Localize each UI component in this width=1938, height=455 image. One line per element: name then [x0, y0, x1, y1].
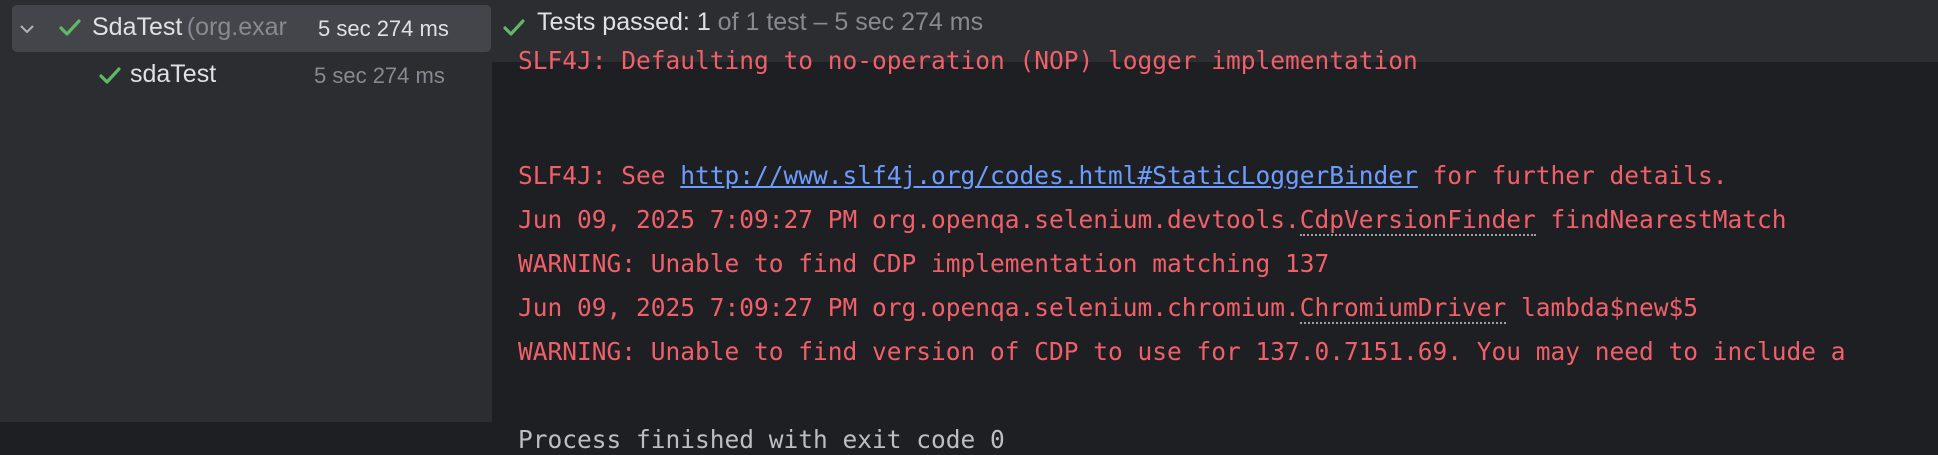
test-tree-suite-row[interactable]: SdaTest (org.exar 5 sec 274 ms [12, 5, 491, 52]
status-detail: of 1 test – 5 sec 274 ms [717, 8, 984, 36]
status-summary: Tests passed: 1 of 1 test – 5 sec 274 ms [537, 8, 983, 37]
status-label: Tests passed: [537, 8, 690, 36]
console-panel[interactable]: Tests passed: 1 of 1 test – 5 sec 274 ms… [492, 0, 1938, 454]
log-text: Jun 09, 2025 7:09:27 PM org.openqa.selen… [518, 293, 1300, 322]
log-line: SLF4J: See http://www.slf4j.org/codes.ht… [518, 161, 1728, 191]
log-line: Jun 09, 2025 7:09:27 PM org.openqa.selen… [518, 205, 1787, 236]
suite-name: SdaTest [92, 13, 183, 41]
log-line: WARNING: Unable to find CDP implementati… [518, 249, 1330, 278]
log-line: Jun 09, 2025 7:09:27 PM org.openqa.selen… [518, 293, 1699, 324]
process-finished-line: Process finished with exit code 0 [518, 425, 1005, 454]
test-passed-icon [503, 19, 525, 36]
log-text: lambda$new$5 [1506, 293, 1699, 322]
log-text: findNearestMatch [1535, 205, 1787, 234]
log-line: SLF4J: Defaulting to no-operation (NOP) … [518, 46, 1418, 75]
test-passed-icon [59, 19, 81, 36]
log-text: SLF4J: See [518, 161, 681, 190]
suite-duration: 5 sec 274 ms [318, 16, 449, 41]
suite-package: (org.exar [186, 13, 287, 41]
test-tree-test-row[interactable]: sdaTest 5 sec 274 ms [0, 52, 492, 99]
test-name: sdaTest [130, 60, 217, 88]
log-line: WARNING: Unable to find version of CDP t… [518, 337, 1846, 366]
log-text: for further details. [1417, 161, 1728, 190]
status-count: 1 [696, 8, 711, 36]
log-class-link[interactable]: CdpVersionFinder [1299, 205, 1536, 236]
test-duration: 5 sec 274 ms [314, 63, 445, 88]
test-passed-icon [99, 67, 121, 84]
test-tree-panel: SdaTest (org.exar 5 sec 274 ms sdaTest 5… [0, 0, 492, 422]
log-link[interactable]: http://www.slf4j.org/codes.html#StaticLo… [680, 161, 1418, 190]
chevron-down-icon[interactable] [16, 18, 38, 40]
log-class-link[interactable]: ChromiumDriver [1299, 293, 1507, 324]
log-text: Jun 09, 2025 7:09:27 PM org.openqa.selen… [518, 205, 1300, 234]
